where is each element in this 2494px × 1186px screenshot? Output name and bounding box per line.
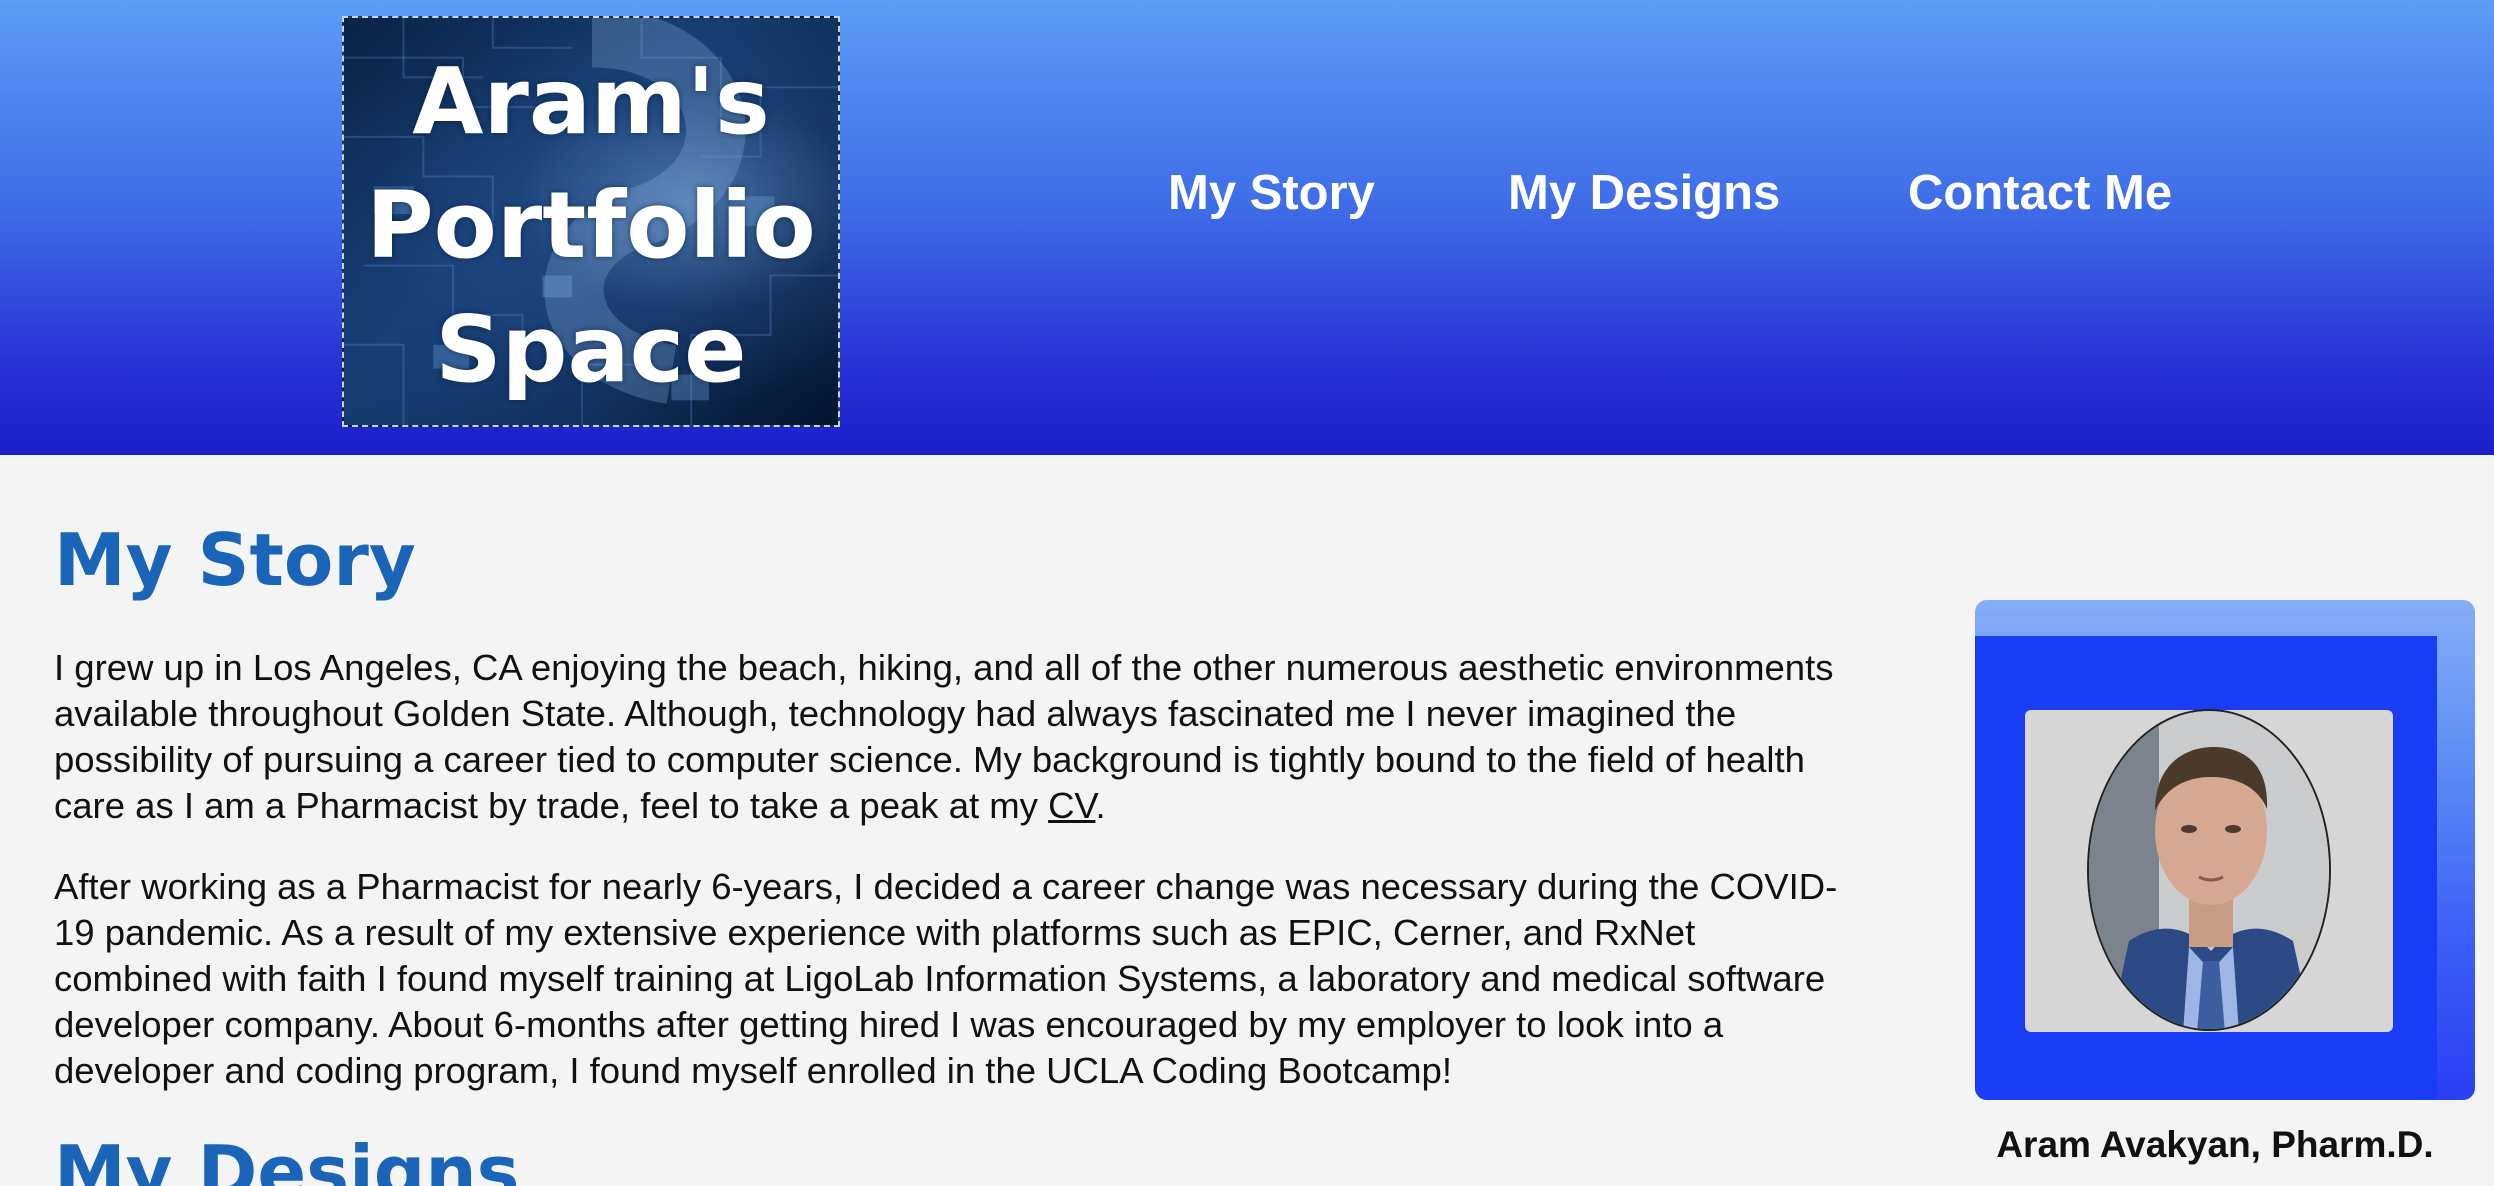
my-story-heading: My Story	[54, 518, 416, 602]
story-text-end: .	[1095, 785, 1106, 826]
story-paragraph-1: I grew up in Los Angeles, CA enjoying th…	[54, 645, 1854, 829]
page: Aram's Portfolio Space My Story My Desig…	[0, 0, 2494, 1186]
cv-link[interactable]: CV	[1048, 785, 1095, 826]
nav-my-story[interactable]: My Story	[1168, 165, 1375, 221]
profile-photo-frame	[2025, 709, 2393, 1032]
profile-photo	[2087, 709, 2331, 1031]
logo-text: Aram's Portfolio Space	[344, 40, 838, 412]
site-logo[interactable]: Aram's Portfolio Space	[342, 16, 840, 427]
profile-card	[1975, 600, 2475, 1100]
story-text-start: I grew up in Los Angeles, CA enjoying th…	[54, 647, 1834, 826]
nav-my-designs[interactable]: My Designs	[1508, 165, 1780, 221]
logo-line: Aram's	[412, 48, 770, 155]
profile-card-inner	[1975, 636, 2437, 1100]
logo-line: Portfolio	[366, 172, 816, 279]
nav-contact-me[interactable]: Contact Me	[1908, 165, 2172, 221]
my-designs-heading: My Designs	[54, 1130, 520, 1186]
story-paragraph-2-text: After working as a Pharmacist for nearly…	[54, 866, 1838, 1091]
story-paragraph-2: After working as a Pharmacist for nearly…	[54, 864, 1854, 1094]
logo-line: Space	[435, 296, 747, 403]
profile-caption: Aram Avakyan, Pharm.D.	[1996, 1124, 2434, 1165]
profile-portrait-image	[2089, 711, 2329, 1029]
site-header: Aram's Portfolio Space My Story My Desig…	[0, 0, 2494, 455]
